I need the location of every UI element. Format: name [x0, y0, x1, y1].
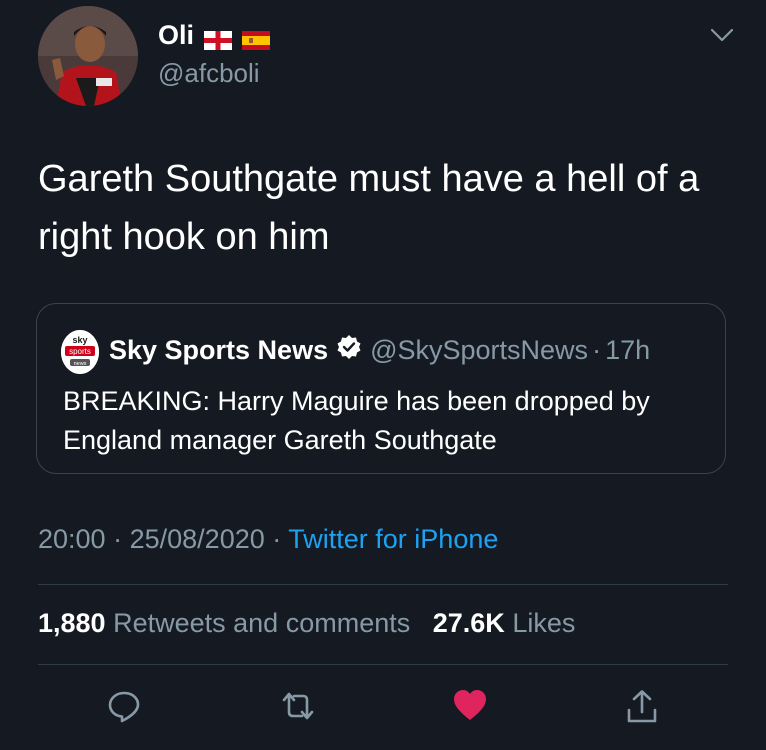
verified-badge-icon [336, 334, 362, 367]
quoted-tweet-header: Sky Sports News @SkySportsNews · 17h [109, 334, 650, 367]
tweet-meta: 20:00 · 25/08/2020 · Twitter for iPhone [38, 524, 498, 555]
tweet-text: Gareth Southgate must have a hell of a r… [38, 158, 700, 258]
separator: · [592, 335, 602, 365]
author-name-text: Oli [158, 20, 195, 50]
divider [38, 664, 728, 665]
sky-sports-news-logo: sky sports news [61, 330, 99, 374]
chevron-down-icon[interactable] [708, 24, 736, 46]
likes-label: Likes [512, 608, 576, 638]
separator: · [272, 524, 282, 554]
england-flag-icon [204, 26, 233, 50]
quoted-tweet-text: BREAKING: Harry Maguire has been dropped… [63, 386, 650, 455]
retweets-stat[interactable]: 1,880 Retweets and comments [38, 608, 410, 638]
share-icon[interactable] [624, 688, 660, 724]
reply-icon[interactable] [106, 688, 142, 724]
like-icon[interactable] [452, 688, 488, 724]
divider [38, 584, 728, 585]
retweets-count: 1,880 [38, 608, 106, 638]
svg-text:news: news [74, 361, 87, 367]
quoted-tweet[interactable]: sky sports news Sky Sports News @SkySpor… [36, 303, 726, 474]
tweet-source-link[interactable]: Twitter for iPhone [288, 524, 498, 554]
svg-text:sky: sky [72, 335, 87, 345]
quoted-author-name: Sky Sports News [109, 335, 329, 365]
tweet-time[interactable]: 20:00 [38, 524, 106, 554]
tweet-date[interactable]: 25/08/2020 [130, 524, 265, 554]
tweet-card: Oli @afcboli Gareth Southgate must have … [0, 0, 766, 750]
author-avatar[interactable] [38, 6, 138, 106]
tweet-stats: 1,880 Retweets and comments 27.6K Likes [38, 608, 575, 639]
spain-flag-icon [242, 26, 271, 50]
quoted-author-handle: @SkySportsNews [370, 335, 589, 365]
svg-text:sports: sports [69, 347, 91, 356]
author-name[interactable]: Oli [158, 20, 271, 51]
author-handle[interactable]: @afcboli [158, 58, 260, 89]
likes-stat[interactable]: 27.6K Likes [433, 608, 576, 638]
quoted-tweet-age: 17h [605, 335, 651, 365]
separator: · [113, 524, 123, 554]
retweet-icon[interactable] [278, 688, 314, 724]
retweets-label: Retweets and comments [113, 608, 411, 638]
likes-count: 27.6K [432, 608, 505, 638]
